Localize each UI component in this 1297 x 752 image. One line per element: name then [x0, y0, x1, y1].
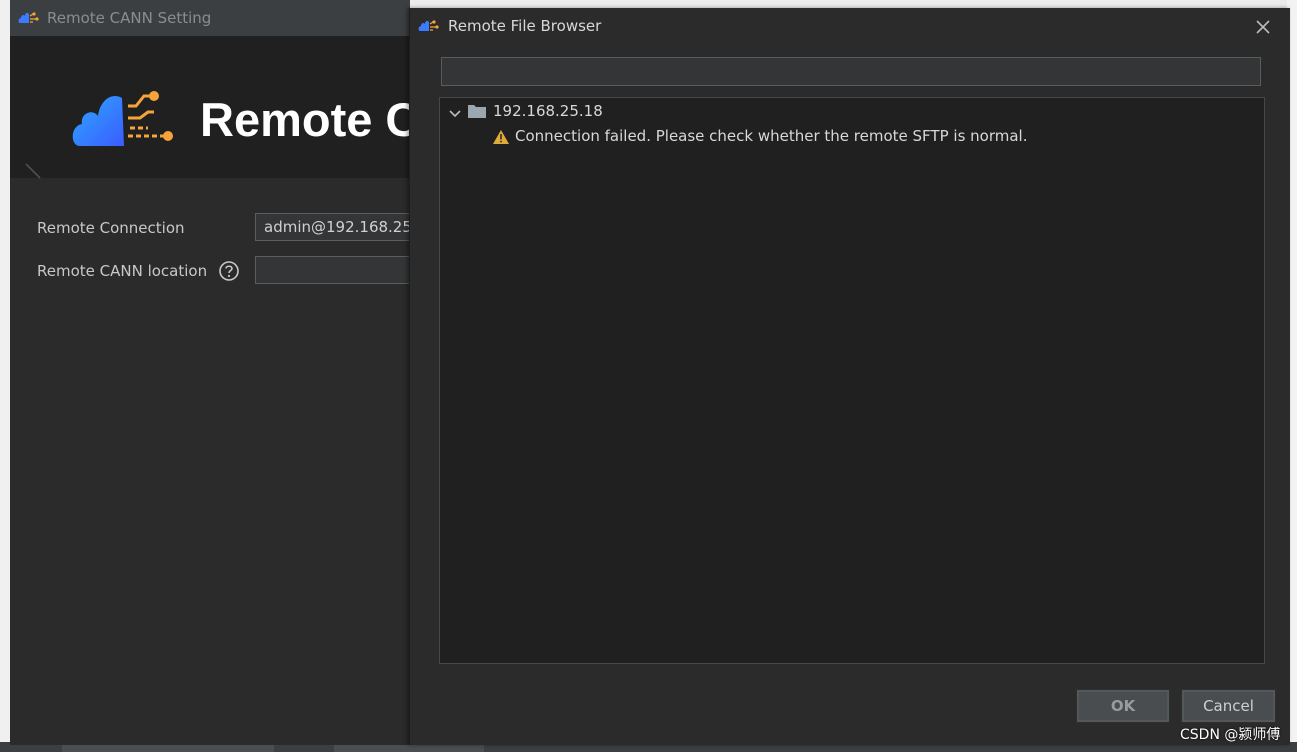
cancel-button[interactable]: Cancel — [1181, 689, 1276, 723]
warning-icon — [492, 129, 510, 149]
banner: Remote CANN — [10, 36, 410, 178]
search-input[interactable] — [441, 57, 1261, 86]
folder-icon — [468, 104, 486, 122]
banner-title: Remote CANN — [200, 93, 410, 146]
file-tree[interactable]: 192.168.25.18 Connection failed. Please … — [439, 97, 1265, 664]
remote-cann-location-input[interactable] — [255, 256, 410, 284]
dialog-title: Remote CANN Setting — [47, 9, 212, 27]
cann-app-icon — [18, 9, 40, 29]
cann-app-icon — [418, 17, 440, 37]
tree-node-label: 192.168.25.18 — [493, 102, 603, 120]
chevron-down-icon[interactable] — [448, 105, 462, 123]
remote-file-browser-dialog: Remote File Browser 192.168.25.18 Connec… — [409, 8, 1290, 745]
resize-grip-icon — [24, 162, 44, 184]
remote-connection-select[interactable]: admin@192.168.25.18 — [255, 213, 410, 241]
close-icon — [1251, 20, 1275, 42]
close-button[interactable] — [1251, 16, 1275, 38]
connection-error-message: Connection failed. Please check whether … — [515, 127, 1028, 145]
help-icon[interactable] — [218, 260, 240, 286]
cann-logo-icon — [72, 86, 178, 152]
remote-connection-label: Remote Connection — [37, 219, 185, 237]
watermark: CSDN @颍师傅 — [1180, 727, 1281, 743]
ok-button[interactable]: OK — [1076, 689, 1170, 723]
remote-cann-setting-dialog: Remote CANN Setting Remote CANN — [10, 0, 410, 745]
dialog-title: Remote File Browser — [448, 17, 602, 35]
background-window-edge — [0, 0, 10, 752]
dialog-titlebar: Remote CANN Setting — [10, 0, 410, 36]
remote-cann-location-label: Remote CANN location — [37, 262, 208, 280]
